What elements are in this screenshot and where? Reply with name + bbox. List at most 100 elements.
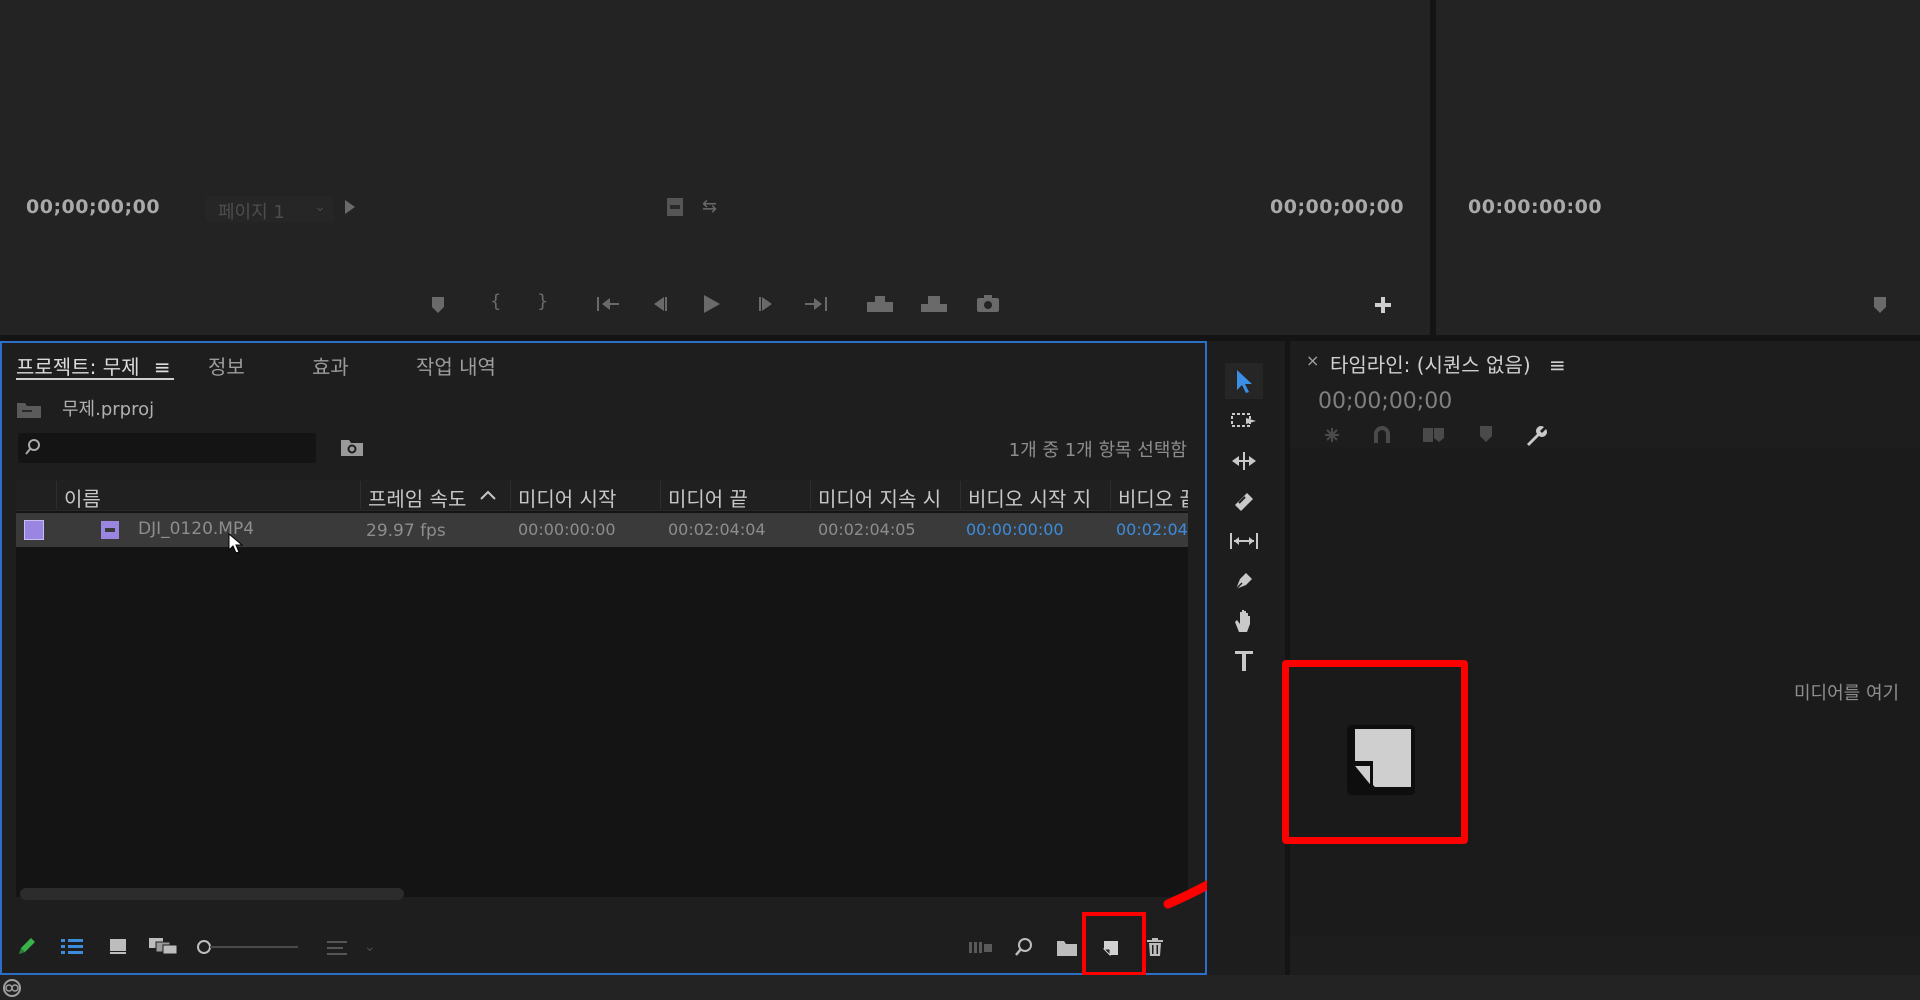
page-dropdown[interactable]: 페이지 1 ⌄ xyxy=(206,196,334,223)
pencil-icon[interactable] xyxy=(16,935,38,957)
column-separator xyxy=(810,481,811,509)
drag-audio-icon[interactable]: ⇆ xyxy=(702,196,717,217)
tab-info[interactable]: 정보 xyxy=(208,351,245,380)
column-name[interactable]: 이름 xyxy=(64,483,101,512)
step-back-icon[interactable] xyxy=(650,295,670,313)
search-icon xyxy=(24,438,42,456)
track-select-tool-icon[interactable] xyxy=(1225,403,1263,439)
tab-history[interactable]: 작업 내역 xyxy=(416,351,496,380)
column-media-duration[interactable]: 미디어 지속 시 xyxy=(818,483,941,512)
step-forward-icon[interactable] xyxy=(756,295,776,313)
new-item-zoomed-icon xyxy=(1333,717,1421,803)
pen-tool-icon[interactable] xyxy=(1225,563,1263,599)
zoom-callout xyxy=(1282,660,1468,844)
tab-project-label: 프로젝트: 무제 xyxy=(16,355,140,379)
selection-info: 1개 중 1개 항목 선택함 xyxy=(1008,440,1187,461)
clip-frame-rate: 29.97 fps xyxy=(366,521,446,541)
add-marker-icon[interactable] xyxy=(430,296,446,314)
clip-media-duration: 00:02:04:05 xyxy=(818,520,916,539)
drop-hint-text: 미디어를 여기 xyxy=(1794,683,1900,704)
source-monitor: 00;00;00;00 페이지 1 ⌄ ⇆ 00;00;00;00 { } xyxy=(0,0,1430,335)
column-media-end[interactable]: 미디어 끝 xyxy=(668,483,748,512)
timeline-timecode[interactable]: 00;00;00;00 xyxy=(1318,389,1452,414)
project-file-name: 무제.prproj xyxy=(62,399,155,420)
horizontal-scrollbar[interactable] xyxy=(20,888,404,900)
linked-selection-icon[interactable] xyxy=(1372,425,1392,445)
timeline-title-label: 타임라인: (시퀀스 없음) xyxy=(1330,353,1531,377)
wrench-icon[interactable] xyxy=(1524,423,1548,447)
icon-view-icon[interactable] xyxy=(108,937,128,955)
timeline-title: 타임라인: (시퀀스 없음) ≡ xyxy=(1330,349,1566,378)
chevron-down-icon: ⌄ xyxy=(314,199,326,215)
column-video-in[interactable]: 비디오 시작 지 xyxy=(968,483,1091,512)
find-icon[interactable] xyxy=(1014,937,1034,957)
tools-panel xyxy=(1207,341,1285,975)
sort-icons-icon[interactable] xyxy=(326,939,350,957)
mark-in-icon[interactable]: { xyxy=(490,291,501,312)
razor-tool-icon[interactable] xyxy=(1225,483,1263,519)
panel-menu-icon[interactable]: ≡ xyxy=(1549,353,1566,377)
camera-icon[interactable] xyxy=(976,294,1000,314)
snap-icon[interactable] xyxy=(1322,425,1342,445)
slip-tool-icon[interactable] xyxy=(1225,523,1263,559)
freeform-view-icon[interactable] xyxy=(148,937,178,955)
program-timecode[interactable]: 00:00:00:00 xyxy=(1468,196,1602,218)
new-bin-icon[interactable] xyxy=(1056,939,1078,957)
table-row[interactable]: DJI_0120.MP4 29.97 fps 00:00:00:00 00:02… xyxy=(16,513,1188,554)
trash-icon[interactable] xyxy=(1146,937,1164,957)
zoom-slider[interactable] xyxy=(196,939,300,955)
column-header-row: 이름 프레임 속도 미디어 시작 미디어 끝 미디어 지속 시 비디오 시작 지… xyxy=(16,479,1188,511)
automate-to-sequence-icon[interactable] xyxy=(968,939,994,955)
label-color-swatch[interactable] xyxy=(24,520,44,540)
source-timecode-right: 00;00;00;00 xyxy=(1270,196,1405,218)
insert-icon[interactable] xyxy=(866,294,894,314)
creative-cloud-icon[interactable] xyxy=(2,978,22,998)
panel-menu-icon[interactable]: ≡ xyxy=(154,355,171,379)
hand-tool-icon[interactable] xyxy=(1225,603,1263,639)
clip-media-start: 00:00:00:00 xyxy=(518,520,616,539)
clip-media-end: 00:02:04:04 xyxy=(668,520,766,539)
type-tool-icon[interactable] xyxy=(1225,643,1263,679)
timeline-panel: × 타임라인: (시퀀스 없음) ≡ 00;00;00;00 미디어를 여기 xyxy=(1290,341,1920,975)
play-icon[interactable] xyxy=(702,293,722,315)
find-bin-icon[interactable] xyxy=(340,437,364,457)
search-input[interactable] xyxy=(18,433,316,463)
column-separator xyxy=(960,481,961,509)
go-to-in-icon[interactable] xyxy=(596,295,620,313)
list-view-icon[interactable] xyxy=(60,937,84,955)
active-tab-underline xyxy=(16,378,174,380)
highlight-box xyxy=(1082,912,1146,976)
column-separator xyxy=(1110,481,1111,509)
project-list[interactable]: 이름 프레임 속도 미디어 시작 미디어 끝 미디어 지속 시 비디오 시작 지… xyxy=(16,479,1188,897)
clip-video-out[interactable]: 00:02:04:0 xyxy=(1116,520,1188,539)
overwrite-icon[interactable] xyxy=(920,294,948,314)
column-media-start[interactable]: 미디어 시작 xyxy=(518,483,616,512)
close-icon[interactable]: × xyxy=(1306,351,1319,370)
column-separator xyxy=(660,481,661,509)
chevron-down-icon[interactable]: ⌄ xyxy=(364,939,376,955)
mark-out-icon[interactable]: } xyxy=(537,291,548,312)
column-video-out[interactable]: 비디오 끝 xyxy=(1118,483,1188,512)
tab-project[interactable]: 프로젝트: 무제 ≡ xyxy=(16,351,171,380)
status-bar xyxy=(0,975,1920,1000)
add-button-icon[interactable] xyxy=(1374,296,1392,314)
add-marker-timeline-icon[interactable] xyxy=(1422,425,1446,445)
clip-video-in[interactable]: 00:00:00:00 xyxy=(966,520,1064,539)
source-timecode-left[interactable]: 00;00;00;00 xyxy=(26,196,160,218)
ripple-edit-tool-icon[interactable] xyxy=(1225,443,1263,479)
page-dropdown-label: 페이지 1 xyxy=(218,202,285,223)
project-panel: 프로젝트: 무제 ≡ 정보 효과 작업 내역 무제.prproj 1개 중 1개… xyxy=(0,341,1207,975)
go-to-out-icon[interactable] xyxy=(804,295,828,313)
column-frame-rate[interactable]: 프레임 속도 xyxy=(368,483,466,512)
sort-ascending-icon[interactable] xyxy=(480,489,496,501)
marker-icon[interactable] xyxy=(1478,425,1494,443)
folder-up-icon[interactable] xyxy=(16,399,42,419)
tab-effects[interactable]: 효과 xyxy=(312,351,349,380)
column-separator xyxy=(510,481,511,509)
drag-video-icon[interactable] xyxy=(666,197,684,217)
program-monitor: 00:00:00:00 xyxy=(1436,0,1920,335)
column-separator xyxy=(56,481,57,509)
selection-tool-icon[interactable] xyxy=(1225,363,1263,399)
program-marker-icon[interactable] xyxy=(1872,296,1888,314)
play-small-icon[interactable] xyxy=(344,199,356,215)
